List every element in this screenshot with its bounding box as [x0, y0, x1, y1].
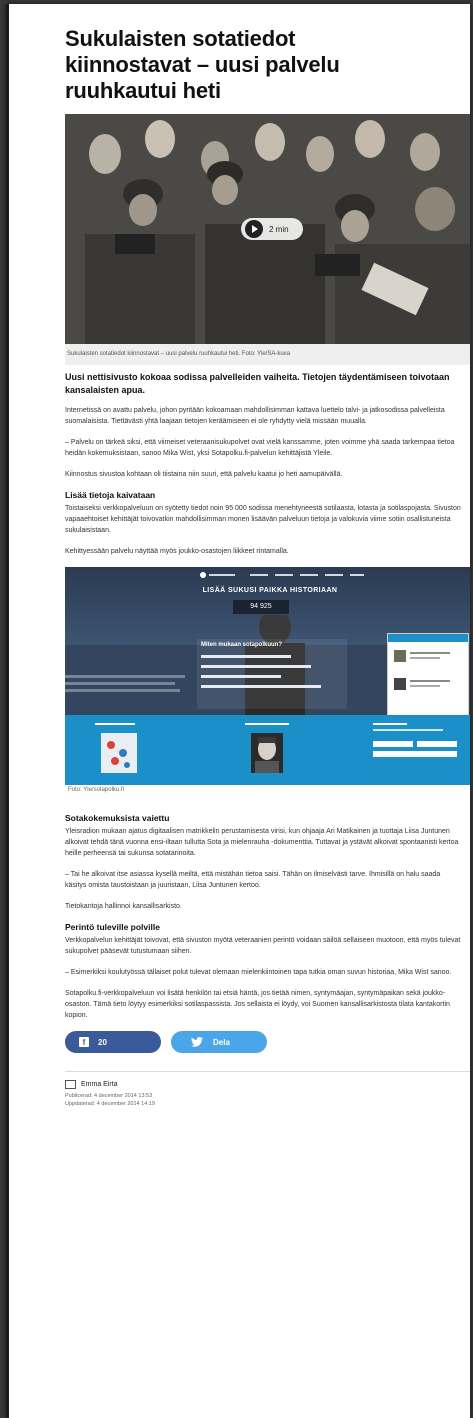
mid-image-caption: Foto: Yle/sotapolku.fi	[65, 785, 470, 795]
quiz-title: Miten mukaan sotapolkuun?	[201, 642, 283, 648]
article-page: Sukulaisten sotatiedot kiinnostavat – uu…	[6, 4, 470, 1418]
subheading: Lisää tietoja kaivataan	[65, 490, 156, 500]
subheading: Sotakokemuksista vaiettu	[65, 813, 170, 823]
site-banner: LISÄÄ SUKUSI PAIKKA HISTORIAAN	[202, 587, 338, 594]
twitter-share-label: Dela	[213, 1037, 230, 1047]
sotapolku-screenshot: LISÄÄ SUKUSI PAIKKA HISTORIAAN 94 925 Mi…	[65, 567, 470, 795]
updated-date: Uppdaterad: 4 december 2014 14:19	[65, 1101, 155, 1107]
share-row: f 20 Dela	[65, 1031, 470, 1053]
site-footer-content	[95, 723, 457, 757]
mail-icon	[65, 1080, 76, 1089]
site-counter: 94 925	[233, 600, 289, 614]
paragraph: Sotapolku.fi-verkkopalveluun voi lisätä …	[65, 990, 450, 1019]
paragraph: Yleisradion mukaan ajatus digitaalisen m…	[65, 828, 459, 857]
play-icon	[245, 220, 263, 238]
facebook-icon: f	[79, 1037, 89, 1047]
paragraph: Kiinnostus sivustoa kohtaan oli tiistain…	[65, 471, 343, 478]
paragraph: Toistaiseksi verkkopalveluun on syötetty…	[65, 505, 461, 534]
paragraph: Verkkopalvelun kehittäjät toivovat, että…	[65, 937, 461, 955]
paragraph: – Esimerkiksi koulutyössä tällaiset polu…	[65, 969, 452, 976]
published-date: Publicerad: 4 december 2014 13:53	[65, 1093, 153, 1099]
twitter-icon	[191, 1037, 203, 1047]
hero-caption: Sukulaisten sotatiedot kiinnostavat – uu…	[65, 344, 470, 365]
article-lead: Uusi nettisivusto kokoaa sodissa palvell…	[65, 372, 450, 395]
article-column: Sukulaisten sotatiedot kiinnostavat – uu…	[65, 4, 470, 1108]
hero-video[interactable]: 2 min	[65, 114, 470, 344]
author-name[interactable]: Emma Eirta	[81, 1081, 118, 1088]
subheading: Perintö tuleville polville	[65, 922, 160, 932]
paragraph: Internetissä on avattu palvelu, johon py…	[65, 407, 445, 425]
quiz-options	[201, 655, 321, 688]
twitter-share-button[interactable]: Dela	[171, 1031, 267, 1053]
paragraph: – Palvelu on tärkeä siksi, että viimeise…	[65, 439, 455, 457]
facebook-share-button[interactable]: f 20	[65, 1031, 161, 1053]
paragraph: Kehittyessään palvelu näyttää myös joukk…	[65, 548, 289, 555]
divider	[65, 1071, 470, 1072]
site-menu	[200, 572, 364, 578]
paragraph: Tietokantoja hallinnoi kansallisarkisto.	[65, 903, 182, 910]
site-side-card	[387, 633, 469, 721]
publish-meta: Publicerad: 4 december 2014 13:53 Uppdat…	[65, 1092, 470, 1108]
article-title: Sukulaisten sotatiedot kiinnostavat – uu…	[65, 26, 340, 103]
play-button[interactable]: 2 min	[241, 218, 303, 240]
author-row[interactable]: Emma Eirta	[65, 1080, 470, 1089]
facebook-share-count: 20	[98, 1037, 107, 1047]
paragraph: – Tai he alkoivat itse asiassa kysellä m…	[65, 871, 441, 889]
video-duration: 2 min	[269, 224, 289, 234]
